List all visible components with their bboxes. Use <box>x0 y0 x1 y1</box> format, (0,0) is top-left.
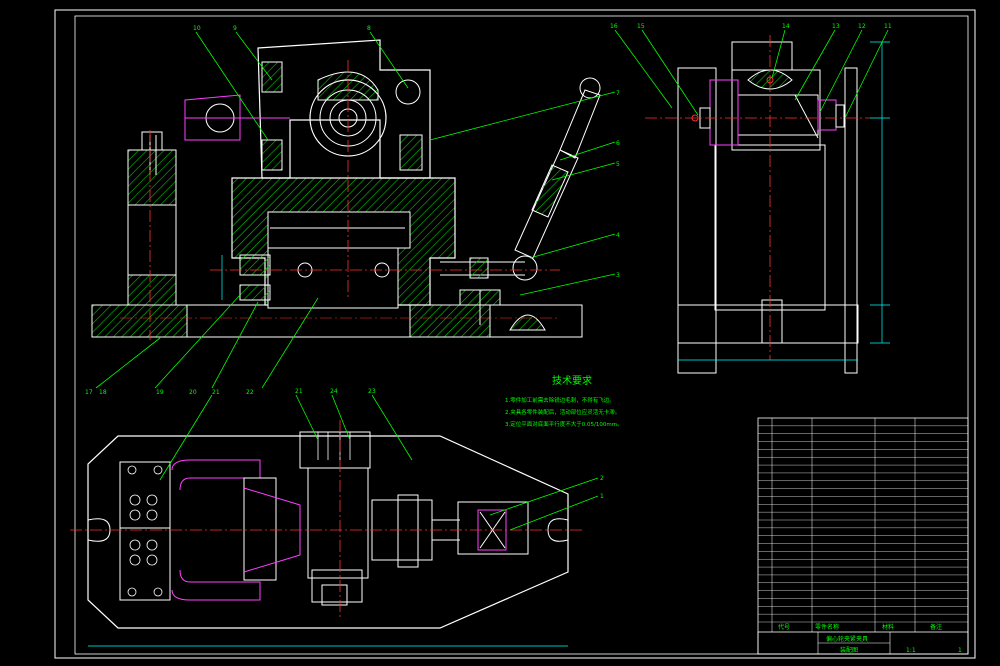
balloon-2: 2 <box>600 475 604 482</box>
top-view-balloons: 21 24 23 2 1 <box>295 388 604 500</box>
sheet-number: 1 <box>958 647 962 654</box>
balloon-13: 13 <box>832 23 840 30</box>
col-material: 材料 <box>882 623 894 631</box>
balloon-10: 10 <box>193 25 201 32</box>
inner-frame <box>74 15 969 655</box>
col-part-name: 零件名称 <box>815 623 839 631</box>
balloon-top-21: 21 <box>295 388 303 395</box>
balloon-20: 20 <box>189 389 197 396</box>
side-view <box>645 35 890 374</box>
balloon-18: 18 <box>99 389 107 396</box>
balloon-24: 24 <box>330 388 338 395</box>
balloon-11: 11 <box>884 23 892 30</box>
balloon-16: 16 <box>610 23 618 30</box>
side-view-leaders <box>614 29 889 119</box>
note-2: 2.夹具各零件装配后，活动部位应灵活无卡滞。 <box>505 408 620 416</box>
title-block: 代号 零件名称 材料 备注 偏心轮夹紧夹具 装配图 1:1 1 <box>757 623 969 655</box>
balloon-1: 1 <box>600 493 604 500</box>
balloon-8: 8 <box>367 25 371 32</box>
notes-title: 技术要求 <box>552 374 592 387</box>
front-view <box>91 39 601 340</box>
bill-of-materials <box>757 417 969 655</box>
balloon-9: 9 <box>233 25 237 32</box>
note-1: 1.零件加工前需去除锐边毛刺，不得有飞边。 <box>505 396 615 404</box>
balloon-15: 15 <box>637 23 645 30</box>
balloon-3: 3 <box>616 272 620 279</box>
technical-requirements: 技术要求 1.零件加工前需去除锐边毛刺，不得有飞边。 2.夹具各零件装配后，活动… <box>505 374 623 428</box>
side-view-balloons: 16 15 14 13 12 11 <box>610 23 892 30</box>
balloon-22: 22 <box>246 389 254 396</box>
note-3: 3.定位平面对底面平行度不大于0.05/100mm。 <box>505 420 623 428</box>
balloon-23: 23 <box>368 388 376 395</box>
balloon-17: 17 <box>85 389 93 396</box>
col-part-no: 代号 <box>778 623 790 631</box>
outer-frame <box>54 9 976 659</box>
balloon-4: 4 <box>616 232 620 239</box>
top-view <box>70 420 585 647</box>
balloon-7: 7 <box>616 90 620 97</box>
balloon-14: 14 <box>782 23 790 30</box>
balloon-12: 12 <box>858 23 866 30</box>
balloon-5: 5 <box>616 161 620 168</box>
scale-value: 1:1 <box>906 647 916 654</box>
balloon-19: 19 <box>156 389 164 396</box>
col-remark: 备注 <box>930 623 942 631</box>
drawing-name: 偏心轮夹紧夹具 <box>826 635 868 643</box>
balloon-6: 6 <box>616 140 620 147</box>
sheet-name: 装配图 <box>840 646 858 654</box>
cad-drawing-canvas: 10 9 8 7 6 5 4 3 17 18 19 20 21 22 16 15… <box>54 9 976 659</box>
balloon-21: 21 <box>212 389 220 396</box>
